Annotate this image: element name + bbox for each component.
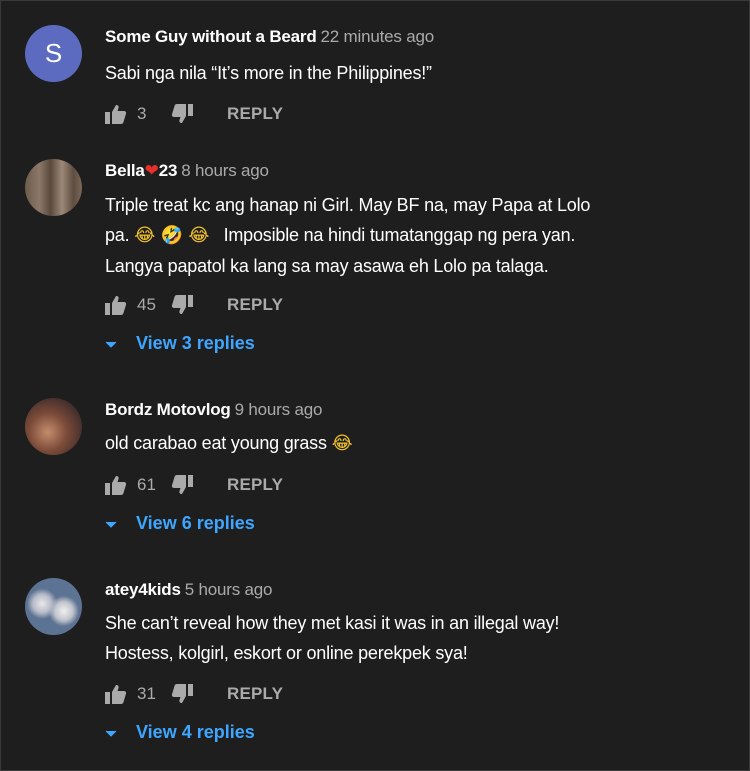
comment-line: old carabao eat young grass 😂 <box>105 428 353 459</box>
thumb-up-icon[interactable] <box>105 295 127 315</box>
like-count: 31 <box>137 684 156 703</box>
comment-header: Bella❤23 8 hours ago <box>105 161 269 181</box>
author-name[interactable]: Some Guy without a Beard <box>105 27 317 46</box>
comment-header: Some Guy without a Beard 22 minutes ago <box>105 27 434 47</box>
comment-line: Hostess, kolgirl, eskort or online perek… <box>105 643 468 663</box>
author-name[interactable]: atey4kids <box>105 580 181 599</box>
view-replies-button[interactable]: View 6 replies <box>105 513 255 534</box>
comment-header: atey4kids 5 hours ago <box>105 580 272 600</box>
thumb-down-icon[interactable] <box>171 295 193 315</box>
reply-button[interactable]: REPLY <box>227 295 283 315</box>
timestamp[interactable]: 22 minutes ago <box>321 27 435 46</box>
thumb-up-icon[interactable] <box>105 684 127 704</box>
avatar-letter: S <box>44 38 63 68</box>
like-count: 61 <box>137 475 156 494</box>
like-count: 45 <box>137 295 156 314</box>
thumb-up-icon[interactable] <box>105 104 127 124</box>
reply-button[interactable]: REPLY <box>227 684 283 704</box>
comment-line-start: pa. <box>105 225 130 245</box>
author-name-suffix: 23 <box>158 161 178 180</box>
comment-line-end: Imposible na hindi tumatanggap ng pera y… <box>223 225 576 245</box>
timestamp[interactable]: 9 hours ago <box>235 400 323 419</box>
thumb-down-icon[interactable] <box>171 475 193 495</box>
author-name-text: Bella <box>105 161 145 180</box>
comment-line: She can’t reveal how they met kasi it wa… <box>105 613 560 633</box>
comment-actions: 45 REPLY <box>105 293 283 317</box>
laughing-emoji-icon: 😂 🤣 😂 <box>134 225 210 246</box>
timestamp[interactable]: 8 hours ago <box>181 161 269 180</box>
view-replies-button[interactable]: View 3 replies <box>105 333 255 354</box>
thumb-down-icon[interactable] <box>171 684 193 704</box>
comment-header: Bordz Motovlog 9 hours ago <box>105 400 322 420</box>
reply-button[interactable]: REPLY <box>227 104 283 124</box>
laughing-emoji-icon: 😂 <box>331 433 353 454</box>
comment-text: She can’t reveal how they met kasi it wa… <box>105 608 559 668</box>
comment-line-text: old carabao eat young grass <box>105 433 327 453</box>
comment-actions: 3 REPLY <box>105 102 283 126</box>
thumb-down-icon[interactable] <box>171 104 193 124</box>
comment-text: old carabao eat young grass 😂 <box>105 428 353 459</box>
comment-actions: 31 REPLY <box>105 682 283 706</box>
comment-line: Langya papatol ka lang sa may asawa eh L… <box>105 256 549 276</box>
chevron-down-icon <box>105 722 117 743</box>
avatar[interactable]: S <box>25 25 82 82</box>
view-replies-label: View 4 replies <box>136 722 255 742</box>
avatar[interactable] <box>25 159 82 216</box>
author-name[interactable]: Bordz Motovlog <box>105 400 231 419</box>
heart-icon: ❤ <box>144 161 159 180</box>
chevron-down-icon <box>105 513 117 534</box>
timestamp[interactable]: 5 hours ago <box>185 580 273 599</box>
comment-text: Triple treat kc ang hanap ni Girl. May B… <box>105 190 590 281</box>
thumb-up-icon[interactable] <box>105 475 127 495</box>
chevron-down-icon <box>105 333 117 354</box>
comment-line: Triple treat kc ang hanap ni Girl. May B… <box>105 195 591 215</box>
like-count: 3 <box>137 104 147 123</box>
reply-button[interactable]: REPLY <box>227 475 283 495</box>
author-name[interactable]: Bella❤23 <box>105 161 177 180</box>
view-replies-button[interactable]: View 4 replies <box>105 722 255 743</box>
avatar[interactable] <box>25 578 82 635</box>
view-replies-label: View 6 replies <box>136 513 255 533</box>
comment-line: Sabi nga nila “It’s more in the Philippi… <box>105 63 432 83</box>
avatar[interactable] <box>25 398 82 455</box>
comment-text: Sabi nga nila “It’s more in the Philippi… <box>105 58 432 88</box>
comment-line: pa. 😂 🤣 😂 Imposible na hindi tumatanggap… <box>105 220 590 251</box>
comment-actions: 61 REPLY <box>105 473 283 497</box>
view-replies-label: View 3 replies <box>136 333 255 353</box>
